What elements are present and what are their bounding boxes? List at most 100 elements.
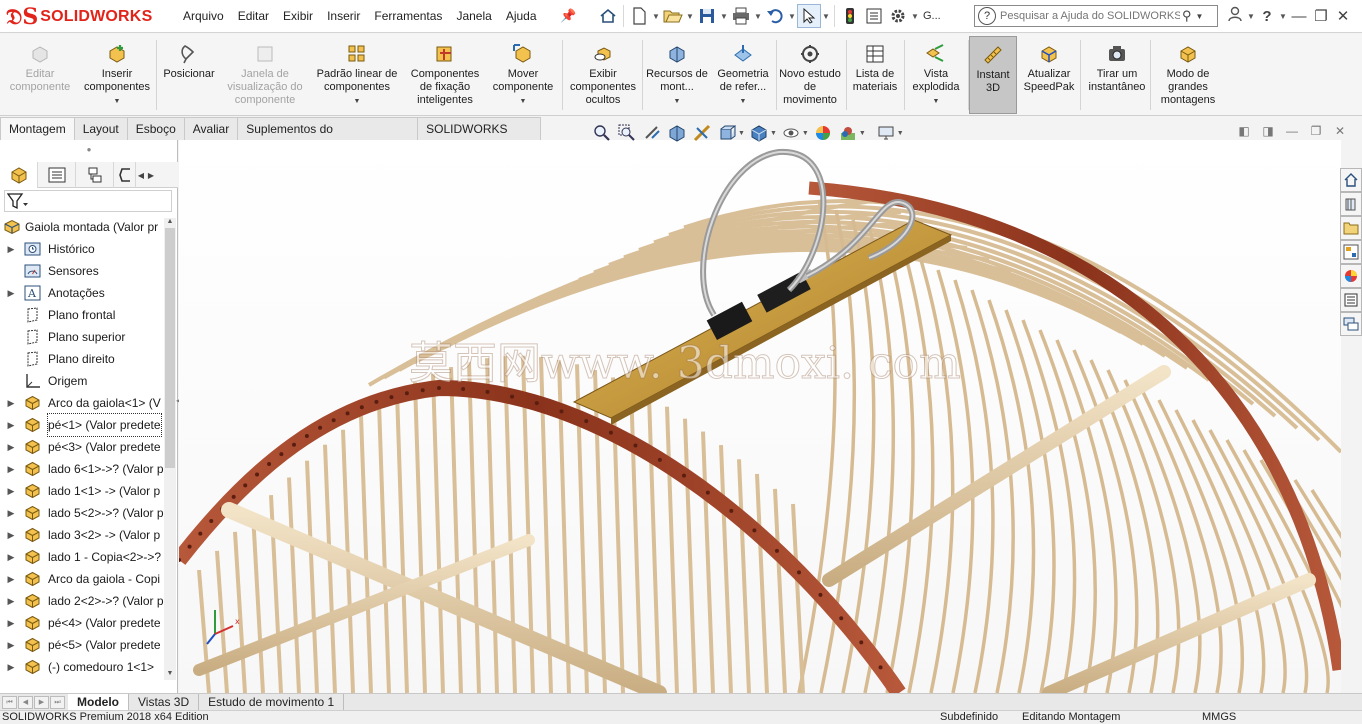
menu-ferramentas[interactable]: Ferramentas (367, 0, 449, 33)
chevron-down-icon[interactable]: ▼ (738, 130, 745, 137)
search-icon[interactable]: ⚲ (1182, 8, 1192, 24)
expand-arrow-icon[interactable]: ▶ (6, 392, 16, 414)
expand-arrow-icon[interactable]: ▶ (6, 590, 16, 612)
cmd-padrao-linear-de-componentes[interactable]: Padrão linear de componentes ▼ (310, 36, 404, 114)
tree-item[interactable]: ▶ pé<1> (Valor predete (0, 413, 166, 437)
menu-ajuda[interactable]: Ajuda (499, 0, 544, 33)
chevron-down-icon[interactable]: ▼ (1246, 12, 1256, 21)
chevron-down-icon[interactable]: ▼ (719, 4, 729, 28)
tree-item[interactable]: ▶ lado 5<2>->? (Valor p (0, 502, 166, 524)
open-icon[interactable] (661, 4, 685, 28)
pin-icon[interactable]: 📌 (560, 8, 576, 24)
dimxpert-tab-icon[interactable] (114, 162, 136, 188)
rebuild-icon[interactable] (838, 4, 862, 28)
chevron-down-icon[interactable]: ▼ (821, 4, 831, 28)
apply-scene-icon[interactable] (838, 123, 858, 143)
tab-esboco[interactable]: Esboço (126, 117, 185, 140)
view-palette-icon[interactable] (1340, 240, 1362, 264)
cmd-lista-de-materiais[interactable]: Lista de materiais (846, 36, 904, 114)
cmd-inserir-componentes[interactable]: Inserir componentes ▼ (80, 36, 154, 114)
menu-editar[interactable]: Editar (231, 0, 276, 33)
solidworks-logo[interactable]: 𝔇S SOLIDWORKS (6, 3, 154, 31)
chevron-down-icon[interactable]: ▼ (753, 4, 763, 28)
section-view-icon[interactable] (667, 123, 687, 143)
expand-arrow-icon[interactable]: ▶ (6, 458, 16, 480)
cmd-atualizar-speedpak[interactable]: Atualizar SpeedPak (1018, 36, 1080, 114)
cmd-janela-de-visualizacao-do-componente[interactable]: Janela de visualização do componente (222, 36, 308, 114)
file-explorer-icon[interactable] (1340, 216, 1362, 240)
cmd-novo-estudo-de-movimento[interactable]: Novo estudo de movimento (776, 36, 844, 114)
chevron-down-icon[interactable]: ▼ (1278, 12, 1288, 21)
help-question-icon[interactable]: ? (1256, 8, 1278, 25)
tree-item[interactable]: ▶ (-) comedouro 1<1> (0, 656, 166, 676)
chevron-down-icon[interactable]: ▼ (685, 4, 695, 28)
new-doc-icon[interactable] (627, 4, 651, 28)
last-tab-icon[interactable]: ⏭ (50, 695, 65, 709)
view-forward-icon[interactable]: ◨ (1256, 124, 1280, 138)
expand-arrow-icon[interactable]: ▶ (6, 414, 16, 436)
home-icon[interactable] (596, 4, 620, 28)
cmd-posicionar[interactable]: Posicionar (156, 36, 222, 114)
viewport-minimize-icon[interactable]: — (1280, 124, 1304, 138)
configuration-manager-tab-icon[interactable] (76, 162, 114, 188)
chevron-down-icon[interactable]: ▼ (933, 95, 940, 108)
custom-properties-icon[interactable] (1340, 288, 1362, 312)
close-icon[interactable]: ✕ (1332, 7, 1354, 25)
tree-item[interactable]: ▶ pé<5> (Valor predete (0, 634, 166, 656)
previous-view-icon[interactable] (642, 123, 662, 143)
scrollbar-thumb[interactable] (165, 228, 175, 468)
viewport-restore-icon[interactable]: ❐ (1304, 124, 1328, 138)
select-icon[interactable] (797, 4, 821, 28)
minimize-icon[interactable]: — (1288, 8, 1310, 25)
tab-avaliar[interactable]: Avaliar (183, 117, 239, 140)
cmd-geometria-de-refer[interactable]: Geometria de refer... ▼ (712, 36, 774, 114)
chevron-down-icon[interactable]: ▼ (910, 4, 920, 28)
menu-exibir[interactable]: Exibir (276, 0, 320, 33)
dynamic-annotation-icon[interactable] (692, 123, 712, 143)
expand-arrow-icon[interactable]: ▶ (6, 436, 16, 458)
tree-item[interactable]: ▶ pé<3> (Valor predete (0, 436, 166, 458)
print-icon[interactable] (729, 4, 753, 28)
chevron-down-icon[interactable]: ▼ (114, 95, 121, 108)
chevron-down-icon[interactable]: ▼ (1196, 12, 1204, 21)
expand-arrow-icon[interactable]: ▶ (6, 238, 16, 260)
help-search-input[interactable] (1000, 10, 1180, 22)
expand-arrow-icon[interactable]: ▶ (6, 568, 16, 590)
tree-item[interactable]: ▶ lado 1<1> -> (Valor p (0, 480, 166, 502)
tab-solidworks-mbd[interactable]: SOLIDWORKS MBD (417, 117, 541, 158)
feature-manager-tab-icon[interactable] (0, 162, 38, 188)
zoom-to-fit-icon[interactable] (592, 123, 612, 143)
design-library-icon[interactable] (1340, 192, 1362, 216)
tree-item[interactable]: Origem (0, 370, 166, 392)
options-label[interactable]: G... (923, 10, 941, 22)
tree-item[interactable]: Sensores (0, 260, 166, 282)
tree-item[interactable]: ▶ lado 2<2>->? (Valor p (0, 590, 166, 612)
tree-item[interactable]: ▶ Arco da gaiola<1> (V (0, 392, 166, 414)
first-tab-icon[interactable]: ⏮ (2, 695, 17, 709)
tab-montagem[interactable]: Montagem (0, 117, 75, 140)
file-properties-icon[interactable] (862, 4, 886, 28)
tree-item[interactable]: Plano superior (0, 326, 166, 348)
hide-show-items-icon[interactable] (781, 123, 801, 143)
expand-arrow-icon[interactable]: ▶ (6, 282, 16, 304)
user-icon[interactable] (1224, 6, 1246, 26)
tree-item[interactable]: ▶ pé<4> (Valor predete (0, 612, 166, 634)
expand-arrow-icon[interactable]: ▶ (6, 656, 16, 676)
tab-suplementos-do-solidworks[interactable]: Suplementos do SOLIDWORKS (237, 117, 419, 158)
tree-item[interactable]: ▶ lado 6<1>->? (Valor p (0, 458, 166, 480)
menu-inserir[interactable]: Inserir (320, 0, 367, 33)
tree-item[interactable]: Plano frontal (0, 304, 166, 326)
chevron-down-icon[interactable]: ▼ (897, 130, 904, 137)
tabs-scroll-right-icon[interactable]: ▶ (146, 162, 156, 188)
expand-arrow-icon[interactable]: ▶ (6, 546, 16, 568)
menu-arquivo[interactable]: Arquivo (176, 0, 231, 33)
edit-appearance-icon[interactable] (813, 123, 833, 143)
options-icon[interactable] (886, 4, 910, 28)
chevron-down-icon[interactable]: ▼ (770, 130, 777, 137)
tree-filter[interactable] (4, 190, 172, 212)
next-tab-icon[interactable]: ▶ (34, 695, 49, 709)
expand-arrow-icon[interactable]: ▶ (6, 502, 16, 524)
cmd-modo-de-grandes-montagens[interactable]: Modo de grandes montagens (1152, 36, 1224, 114)
scroll-up-icon[interactable]: ▲ (164, 218, 176, 228)
cmd-componentes-de-fixacao-inteligentes[interactable]: Componentes de fixação inteligentes (404, 36, 486, 114)
